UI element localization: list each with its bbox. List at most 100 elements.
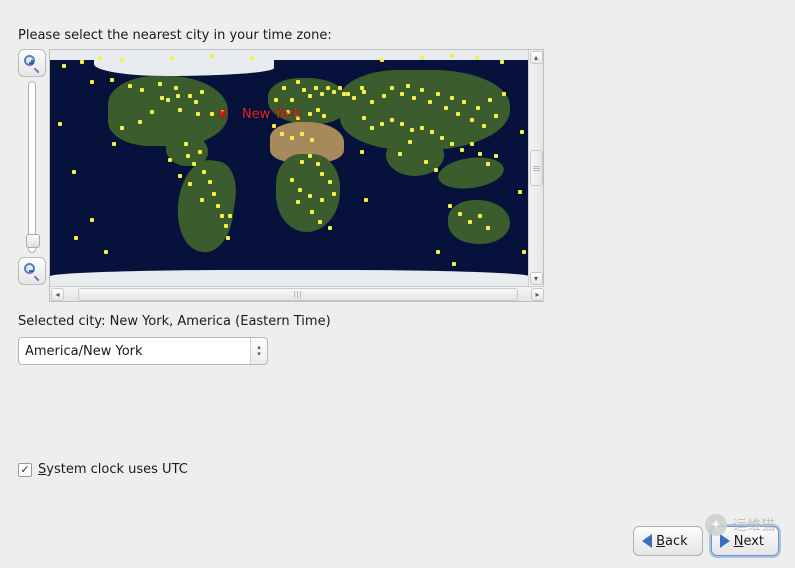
city-dot[interactable] <box>475 56 479 60</box>
scroll-up-icon[interactable]: ▴ <box>530 51 543 64</box>
city-dot[interactable] <box>400 92 404 96</box>
city-dot[interactable] <box>518 190 522 194</box>
city-dot[interactable] <box>184 142 188 146</box>
city-dot[interactable] <box>352 96 356 100</box>
city-dot[interactable] <box>328 180 332 184</box>
city-dot[interactable] <box>486 226 490 230</box>
city-dot[interactable] <box>296 200 300 204</box>
city-dot[interactable] <box>332 90 336 94</box>
city-dot[interactable] <box>380 58 384 62</box>
city-dot[interactable] <box>460 148 464 152</box>
city-dot[interactable] <box>318 220 322 224</box>
city-dot[interactable] <box>200 198 204 202</box>
map-horizontal-scrollbar[interactable]: ◂ ▸ <box>50 286 545 301</box>
city-dot[interactable] <box>486 162 490 166</box>
city-dot[interactable] <box>470 142 474 146</box>
city-dot[interactable] <box>90 80 94 84</box>
city-dot[interactable] <box>436 250 440 254</box>
city-dot[interactable] <box>440 136 444 140</box>
city-dot[interactable] <box>316 108 320 112</box>
city-dot[interactable] <box>310 210 314 214</box>
city-dot[interactable] <box>226 236 230 240</box>
city-dot[interactable] <box>390 86 394 90</box>
city-dot[interactable] <box>178 174 182 178</box>
city-dot[interactable] <box>158 82 162 86</box>
city-dot[interactable] <box>436 92 440 96</box>
city-dot[interactable] <box>140 88 144 92</box>
city-dot[interactable] <box>462 100 466 104</box>
city-dot[interactable] <box>272 124 276 128</box>
city-dot[interactable] <box>138 120 142 124</box>
city-dot[interactable] <box>120 126 124 130</box>
city-dot[interactable] <box>166 98 170 102</box>
city-dot[interactable] <box>80 60 84 64</box>
city-dot[interactable] <box>326 86 330 90</box>
city-dot[interactable] <box>410 128 414 132</box>
city-dot[interactable] <box>362 116 366 120</box>
city-dot[interactable] <box>380 122 384 126</box>
city-dot[interactable] <box>502 92 506 96</box>
city-dot[interactable] <box>302 88 306 92</box>
city-dot[interactable] <box>450 142 454 146</box>
city-dot[interactable] <box>198 150 202 154</box>
city-dot[interactable] <box>476 106 480 110</box>
city-dot[interactable] <box>500 60 504 64</box>
city-dot[interactable] <box>430 130 434 134</box>
scroll-left-icon[interactable]: ◂ <box>51 288 64 301</box>
utc-checkbox-label[interactable]: System clock uses UTC <box>38 462 188 477</box>
city-dot[interactable] <box>282 86 286 90</box>
city-dot[interactable] <box>382 94 386 98</box>
city-dot[interactable] <box>280 132 284 136</box>
city-dot[interactable] <box>406 84 410 88</box>
city-dot[interactable] <box>370 126 374 130</box>
city-dot[interactable] <box>176 94 180 98</box>
city-dot[interactable] <box>370 100 374 104</box>
city-dot[interactable] <box>494 114 498 118</box>
city-dot[interactable] <box>428 100 432 104</box>
city-dot[interactable] <box>202 170 206 174</box>
city-dot[interactable] <box>216 204 220 208</box>
city-dot[interactable] <box>300 132 304 136</box>
back-button[interactable]: Back <box>633 526 703 556</box>
zoom-slider[interactable] <box>28 81 36 253</box>
city-dot[interactable] <box>522 250 526 254</box>
city-dot[interactable] <box>208 180 212 184</box>
city-dot[interactable] <box>196 112 200 116</box>
city-dot[interactable] <box>420 126 424 130</box>
city-dot[interactable] <box>290 98 294 102</box>
city-dot[interactable] <box>408 140 412 144</box>
city-dot[interactable] <box>186 154 190 158</box>
city-dot[interactable] <box>74 236 78 240</box>
city-dot[interactable] <box>328 226 332 230</box>
city-dot[interactable] <box>194 100 198 104</box>
city-dot[interactable] <box>250 56 254 60</box>
horizontal-scroll-thumb[interactable] <box>78 288 518 301</box>
city-dot[interactable] <box>188 182 192 186</box>
city-dot[interactable] <box>520 130 524 134</box>
city-dot[interactable] <box>444 106 448 110</box>
city-dot[interactable] <box>364 198 368 202</box>
city-dot[interactable] <box>470 118 474 122</box>
city-dot[interactable] <box>112 142 116 146</box>
city-dot[interactable] <box>170 56 174 60</box>
city-dot[interactable] <box>450 96 454 100</box>
city-dot[interactable] <box>192 162 196 166</box>
city-dot[interactable] <box>420 56 424 60</box>
city-dot[interactable] <box>320 198 324 202</box>
city-dot[interactable] <box>228 214 232 218</box>
city-dot[interactable] <box>72 170 76 174</box>
city-dot[interactable] <box>210 54 214 58</box>
city-dot[interactable] <box>174 86 178 90</box>
city-dot[interactable] <box>298 188 302 192</box>
city-dot[interactable] <box>478 152 482 156</box>
city-dot[interactable] <box>274 98 278 102</box>
city-dot[interactable] <box>188 94 192 98</box>
city-dot[interactable] <box>488 98 492 102</box>
city-dot[interactable] <box>210 112 214 116</box>
city-dot[interactable] <box>468 220 472 224</box>
city-dot[interactable] <box>420 88 424 92</box>
city-dot[interactable] <box>150 110 154 114</box>
scroll-down-icon[interactable]: ▾ <box>530 272 543 285</box>
city-dot[interactable] <box>58 122 62 126</box>
city-dot[interactable] <box>456 112 460 116</box>
